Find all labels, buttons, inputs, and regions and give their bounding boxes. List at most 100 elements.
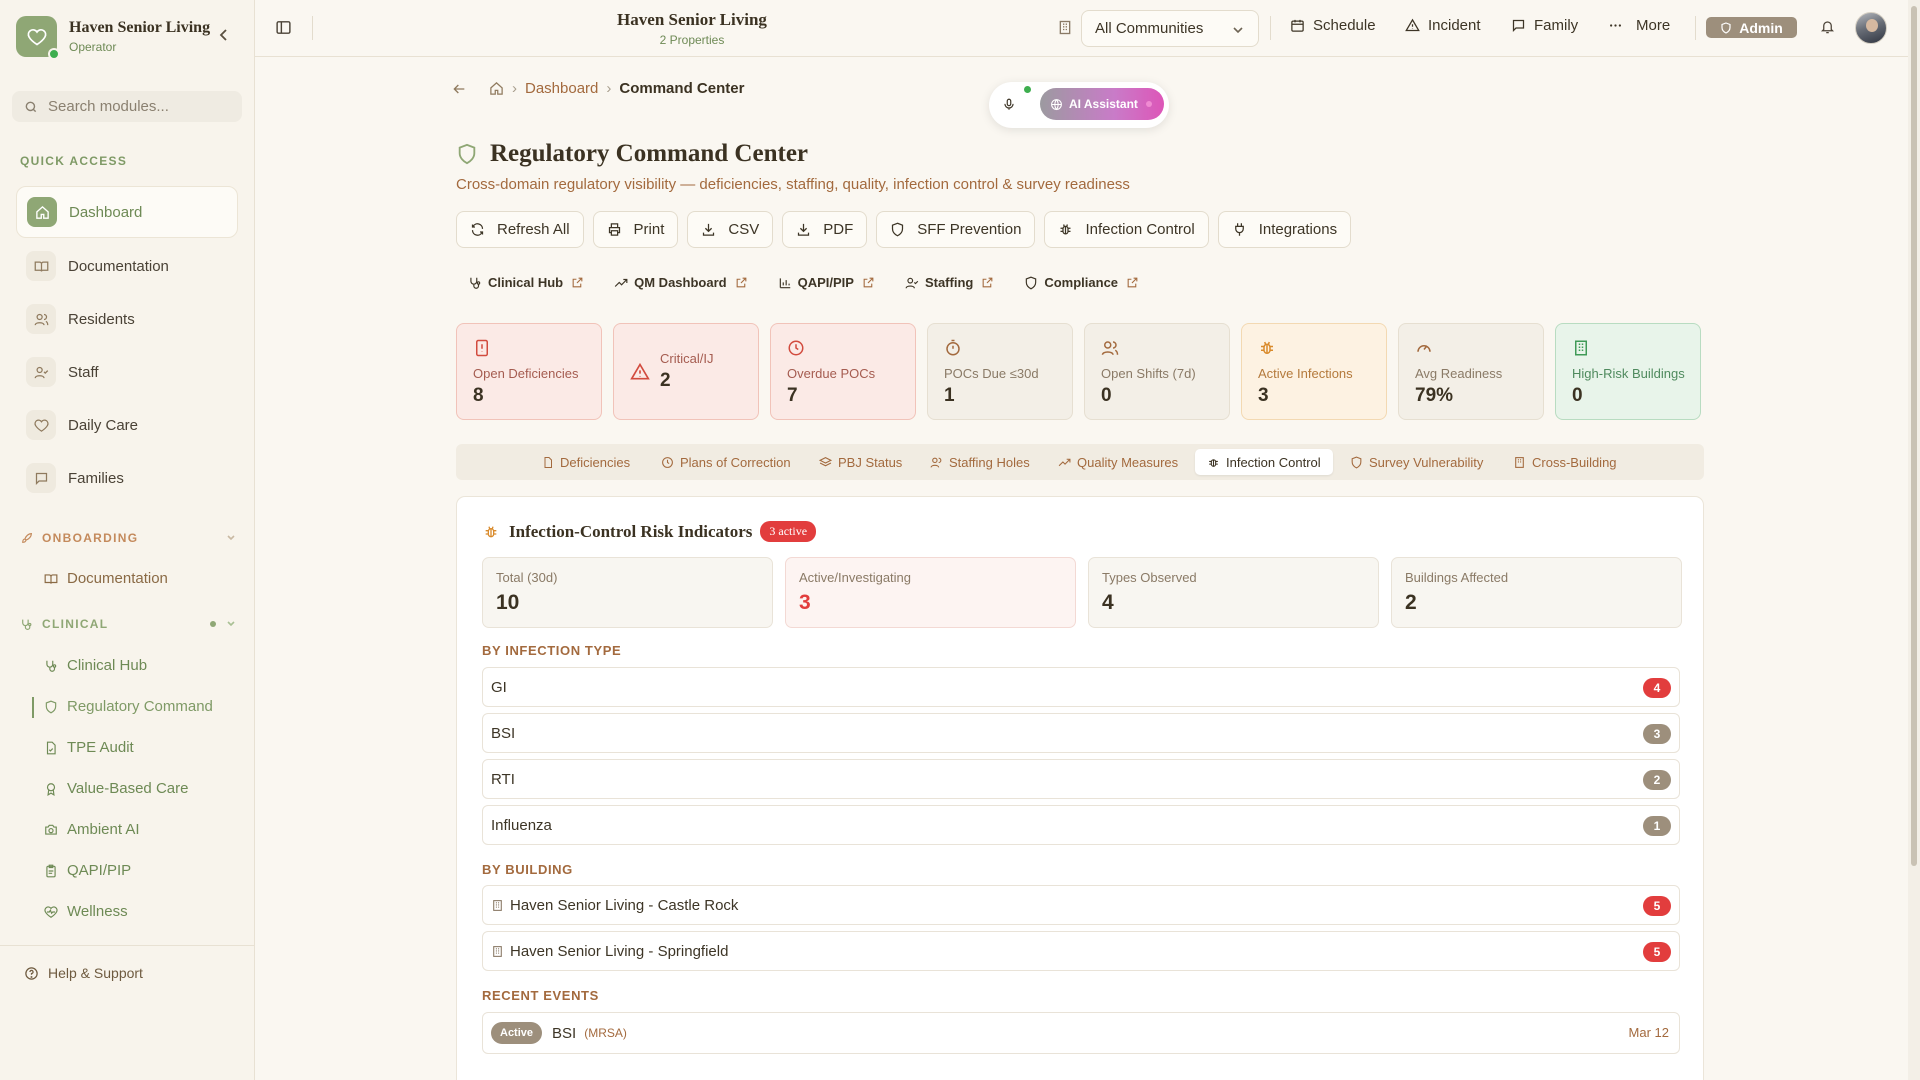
divider xyxy=(312,16,313,40)
page-scrollbar[interactable] xyxy=(1908,0,1920,1080)
pdf-button[interactable]: PDF xyxy=(782,211,868,248)
sidebar-item-daily-care[interactable]: Daily Care xyxy=(16,399,238,451)
sidebar-item-value-based-care[interactable]: Value-Based Care xyxy=(44,780,188,797)
tab-cross-building[interactable]: Cross-Building xyxy=(1507,449,1623,475)
tab-deficiencies[interactable]: Deficiencies xyxy=(536,449,636,475)
kpi-pocs-due[interactable]: POCs Due ≤30d 1 xyxy=(927,323,1073,420)
kpi-high-risk-buildings[interactable]: High-Risk Buildings 0 xyxy=(1555,323,1701,420)
ai-assistant-widget: AI Assistant xyxy=(989,82,1169,128)
tab-survey-vulnerability[interactable]: Survey Vulnerability xyxy=(1344,449,1489,475)
infection-control-button[interactable]: Infection Control xyxy=(1044,211,1209,248)
clock-icon xyxy=(788,340,804,356)
sidebar-item-ambient-ai[interactable]: Ambient AI xyxy=(44,821,140,838)
breadcrumb-dashboard[interactable]: Dashboard xyxy=(525,80,598,97)
collapse-sidebar-button[interactable] xyxy=(216,26,232,44)
list-item[interactable]: BSI 3 xyxy=(482,713,1680,753)
search-input[interactable] xyxy=(48,98,228,115)
building-name: Haven Senior Living - Springfield xyxy=(510,942,729,960)
sidebar-item-onboarding-documentation[interactable]: Documentation xyxy=(44,570,168,587)
chevron-down-icon xyxy=(1233,27,1243,34)
tab-staffing-holes[interactable]: Staffing Holes xyxy=(924,449,1036,475)
shield-icon xyxy=(1351,456,1362,469)
building-icon xyxy=(1515,456,1524,468)
list-item[interactable]: RTI 2 xyxy=(482,759,1680,799)
sidebar-item-label: Dashboard xyxy=(69,203,143,221)
clinical-group-header[interactable]: CLINICAL xyxy=(20,617,236,631)
search-box[interactable] xyxy=(12,91,242,122)
sidebar-item-qapi-pip[interactable]: QAPI/PIP xyxy=(44,862,131,879)
kpi-label: Critical/IJ xyxy=(660,351,714,366)
sidebar-item-label: Staff xyxy=(68,363,99,381)
divider xyxy=(1695,16,1696,40)
kpi-active-infections[interactable]: Active Infections 3 xyxy=(1241,323,1387,420)
online-status-dot xyxy=(48,48,60,60)
event-row[interactable]: Active BSI (MRSA) Mar 12 xyxy=(482,1012,1680,1054)
button-label: Integrations xyxy=(1258,221,1338,238)
notifications-button[interactable] xyxy=(1820,19,1835,35)
kpi-open-deficiencies[interactable]: Open Deficiencies 8 xyxy=(456,323,602,420)
family-button[interactable]: Family xyxy=(1511,17,1578,34)
list-item[interactable]: Haven Senior Living - Springfield 5 xyxy=(482,931,1680,971)
schedule-button[interactable]: Schedule xyxy=(1290,17,1376,34)
sidebar-item-staff[interactable]: Staff xyxy=(16,346,238,398)
brand[interactable]: Haven Senior Living Operator xyxy=(16,16,210,60)
community-select[interactable]: All Communities xyxy=(1081,10,1259,47)
list-item[interactable]: Haven Senior Living - Castle Rock 5 xyxy=(482,885,1680,925)
stat-value: 10 xyxy=(496,591,520,614)
divider xyxy=(1270,16,1271,40)
sidebar-item-tpe-audit[interactable]: TPE Audit xyxy=(44,739,134,756)
award-icon xyxy=(46,782,56,796)
link-clinical-hub[interactable]: Clinical Hub xyxy=(468,275,584,290)
ai-status-dot xyxy=(1146,101,1152,107)
scrollbar-thumb[interactable] xyxy=(1911,6,1917,866)
file-check-icon xyxy=(46,741,56,754)
integrations-button[interactable]: Integrations xyxy=(1217,211,1352,248)
toggle-sidebar-button[interactable] xyxy=(275,19,292,36)
sidebar-item-label: Documentation xyxy=(68,257,169,275)
sidebar-item-families[interactable]: Families xyxy=(16,452,238,504)
sidebar-item-wellness[interactable]: Wellness xyxy=(44,903,128,920)
sidebar-item-clinical-hub[interactable]: Clinical Hub xyxy=(44,657,147,674)
sidebar-item-dashboard[interactable]: Dashboard xyxy=(16,186,238,238)
stethoscope-icon xyxy=(22,619,32,630)
onboarding-group-header[interactable]: ONBOARDING xyxy=(20,531,236,545)
incident-button[interactable]: Incident xyxy=(1405,17,1481,34)
external-link-icon xyxy=(572,277,583,288)
help-support-link[interactable]: Help & Support xyxy=(24,965,143,981)
sidebar-item-label: Residents xyxy=(68,310,135,328)
shield-icon xyxy=(45,700,57,713)
kpi-open-shifts[interactable]: Open Shifts (7d) 0 xyxy=(1084,323,1230,420)
tab-quality-measures[interactable]: Quality Measures xyxy=(1052,449,1184,475)
sff-prevention-button[interactable]: SFF Prevention xyxy=(876,211,1036,248)
list-item[interactable]: Influenza 1 xyxy=(482,805,1680,845)
mic-status-dot xyxy=(1024,86,1031,93)
shield-icon xyxy=(1721,21,1731,34)
print-button[interactable]: Print xyxy=(592,211,679,248)
sidebar-item-residents[interactable]: Residents xyxy=(16,293,238,345)
link-qm-dashboard[interactable]: QM Dashboard xyxy=(614,275,747,290)
sidebar-item-documentation[interactable]: Documentation xyxy=(16,240,238,292)
user-avatar[interactable] xyxy=(1855,12,1887,44)
kpi-avg-readiness[interactable]: Avg Readiness 79% xyxy=(1398,323,1544,420)
csv-button[interactable]: CSV xyxy=(687,211,774,248)
link-compliance[interactable]: Compliance xyxy=(1024,275,1139,290)
sidebar-item-regulatory-command[interactable]: Regulatory Command xyxy=(44,698,213,715)
facility-title[interactable]: Haven Senior Living 2 Properties xyxy=(612,10,772,47)
kpi-value: 2 xyxy=(660,370,671,391)
sidebar-item-label: Regulatory Command xyxy=(67,698,213,715)
tab-plans-of-correction[interactable]: Plans of Correction xyxy=(655,449,797,475)
count-badge: 5 xyxy=(1643,896,1671,916)
refresh-all-button[interactable]: Refresh All xyxy=(456,211,584,248)
admin-badge[interactable]: Admin xyxy=(1706,17,1797,38)
bug-icon xyxy=(485,525,497,537)
kpi-overdue-pocs[interactable]: Overdue POCs 7 xyxy=(770,323,916,420)
kpi-critical-ij[interactable]: Critical/IJ 2 xyxy=(613,323,759,420)
list-item[interactable]: GI 4 xyxy=(482,667,1680,707)
tab-infection-control[interactable]: Infection Control xyxy=(1195,449,1333,475)
ai-assistant-button[interactable]: AI Assistant xyxy=(1040,88,1164,120)
link-staffing[interactable]: Staffing xyxy=(905,275,994,290)
tab-pbj-status[interactable]: PBJ Status xyxy=(813,449,908,475)
more-button[interactable]: More xyxy=(1608,17,1670,34)
link-qapi-pip[interactable]: QAPI/PIP xyxy=(778,275,875,290)
microphone-button[interactable] xyxy=(1002,96,1016,113)
